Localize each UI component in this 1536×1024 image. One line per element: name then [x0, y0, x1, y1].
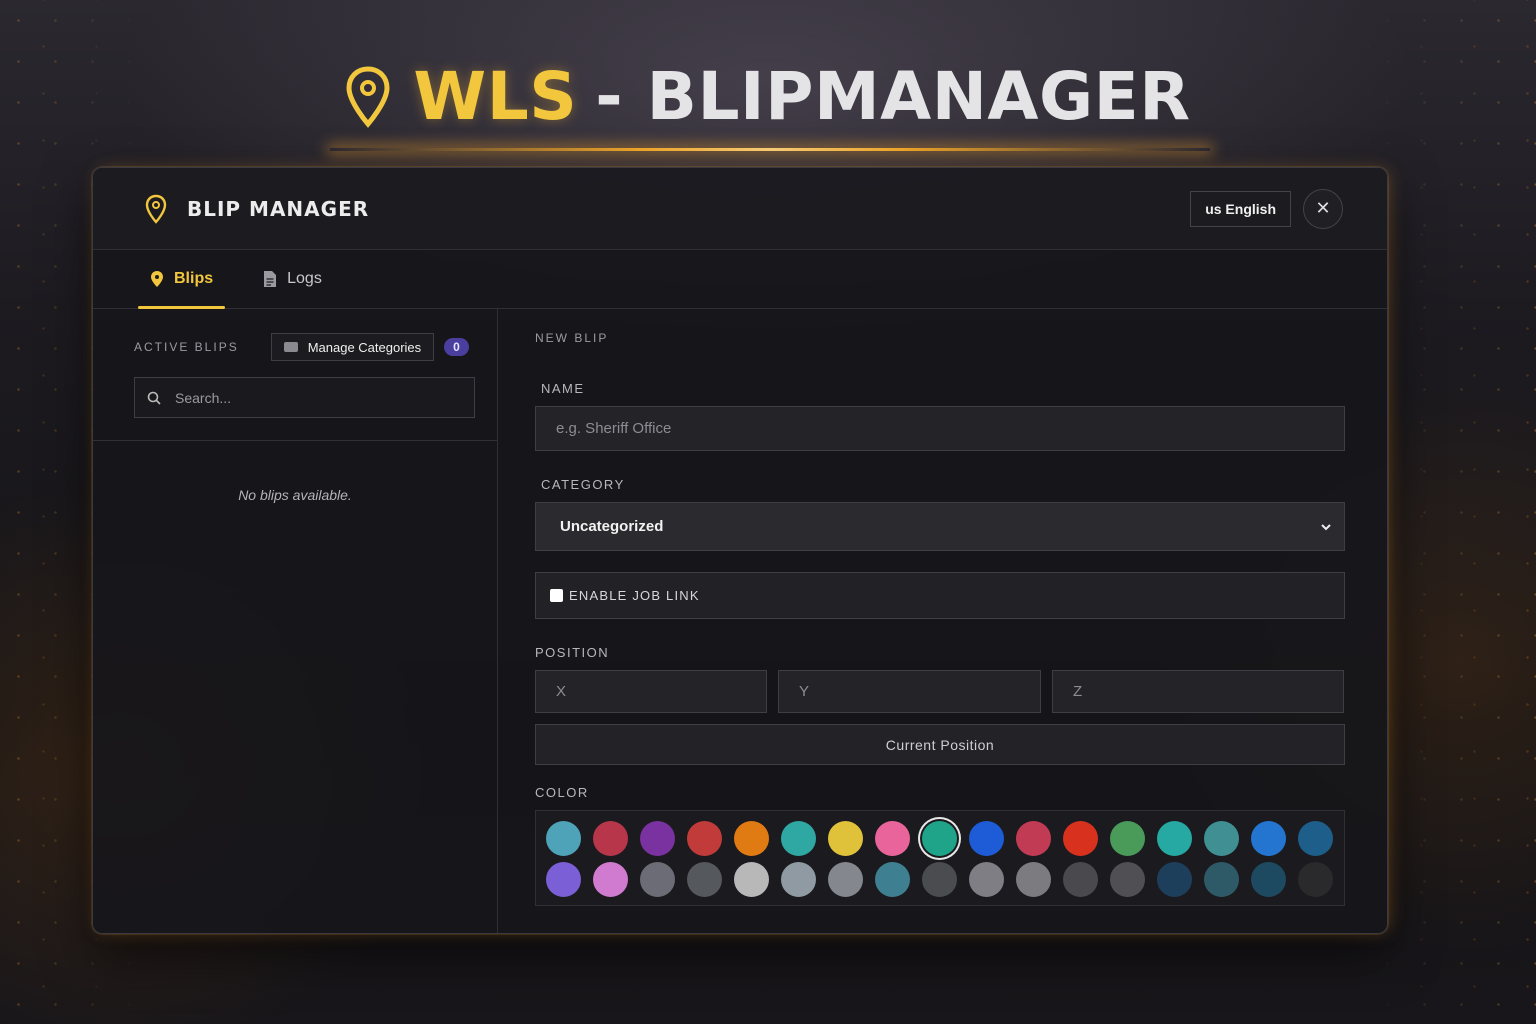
color-swatch[interactable]: [1110, 862, 1145, 897]
job-link-checkbox[interactable]: [550, 589, 563, 602]
color-swatch[interactable]: [875, 821, 910, 856]
job-link-toggle[interactable]: ENABLE JOB LINK: [535, 572, 1345, 619]
color-palette: [535, 810, 1345, 906]
color-swatch[interactable]: [1063, 821, 1098, 856]
window-title: BLIP MANAGER: [187, 196, 370, 221]
color-swatch[interactable]: [1204, 821, 1239, 856]
color-swatch[interactable]: [1298, 821, 1333, 856]
window-header: BLIP MANAGER us English ✕: [93, 168, 1387, 250]
blip-count-badge: 0: [444, 338, 469, 356]
color-swatch[interactable]: [781, 862, 816, 897]
headline-brand: WLS: [413, 58, 578, 135]
color-swatch[interactable]: [734, 862, 769, 897]
color-swatch[interactable]: [1110, 821, 1145, 856]
color-swatch[interactable]: [969, 862, 1004, 897]
manage-categories-label: Manage Categories: [307, 339, 422, 355]
tab-bar: Blips Logs: [93, 250, 1387, 309]
category-value: Uncategorized: [560, 518, 664, 535]
current-position-button[interactable]: Current Position: [535, 724, 1345, 765]
search-input[interactable]: [175, 389, 455, 406]
category-select[interactable]: Uncategorized: [535, 502, 1345, 551]
language-button[interactable]: us English: [1190, 190, 1291, 227]
active-blips-panel: ACTIVE BLIPS Manage Categories 0 No blip…: [93, 309, 498, 933]
color-swatch[interactable]: [1016, 862, 1051, 897]
tab-logs[interactable]: Logs: [251, 250, 334, 308]
map-pin-icon: [151, 271, 163, 287]
color-swatch[interactable]: [828, 821, 863, 856]
position-inputs: [535, 670, 1345, 713]
position-x-input[interactable]: [535, 670, 767, 713]
job-link-label: ENABLE JOB LINK: [569, 588, 700, 603]
color-swatch[interactable]: [875, 862, 910, 897]
color-swatch[interactable]: [687, 821, 722, 856]
tab-logs-label: Logs: [287, 270, 322, 287]
name-input[interactable]: [535, 406, 1345, 451]
category-label: CATEGORY: [541, 477, 625, 492]
color-swatch[interactable]: [1251, 821, 1286, 856]
color-swatch[interactable]: [828, 862, 863, 897]
headline-product: - BLIPMANAGER: [595, 58, 1191, 135]
color-swatch[interactable]: [546, 821, 581, 856]
document-icon: [264, 271, 277, 287]
tab-blips-label: Blips: [174, 270, 214, 287]
position-label: POSITION: [535, 645, 610, 660]
color-label: COLOR: [535, 785, 589, 800]
close-icon: ✕: [1315, 198, 1331, 218]
active-blips-label: ACTIVE BLIPS: [134, 340, 239, 354]
page-headline: WLS - BLIPMANAGER: [0, 58, 1536, 135]
blip-manager-window: BLIP MANAGER us English ✕ Blips Logs ACT…: [92, 167, 1388, 934]
color-swatch[interactable]: [1251, 862, 1286, 897]
color-swatch[interactable]: [1063, 862, 1098, 897]
color-swatch[interactable]: [1016, 821, 1051, 856]
color-swatch[interactable]: [640, 862, 675, 897]
search-box: [134, 377, 475, 418]
map-pin-icon: [145, 194, 167, 224]
new-blip-label: NEW BLIP: [535, 331, 609, 345]
color-swatch[interactable]: [922, 821, 957, 856]
folder-icon: [283, 342, 298, 352]
color-swatch[interactable]: [546, 862, 581, 897]
search-icon: [147, 391, 161, 405]
color-swatch[interactable]: [1204, 862, 1239, 897]
tab-blips[interactable]: Blips: [138, 250, 226, 309]
manage-categories-button[interactable]: Manage Categories: [270, 333, 435, 361]
close-button[interactable]: ✕: [1303, 188, 1343, 229]
color-swatch[interactable]: [969, 821, 1004, 856]
position-y-input[interactable]: [778, 670, 1041, 713]
color-swatch[interactable]: [781, 821, 816, 856]
color-swatch[interactable]: [734, 821, 769, 856]
map-pin-icon: [346, 65, 390, 128]
name-label: NAME: [541, 381, 585, 396]
color-swatch[interactable]: [593, 821, 628, 856]
color-swatch[interactable]: [640, 821, 675, 856]
color-swatch[interactable]: [1157, 862, 1192, 897]
color-swatch[interactable]: [593, 862, 628, 897]
headline-glow-divider: [330, 148, 1210, 151]
color-swatch[interactable]: [1157, 821, 1192, 856]
color-swatch[interactable]: [1298, 862, 1333, 897]
empty-blips-message: No blips available.: [238, 487, 352, 503]
color-swatch[interactable]: [922, 862, 957, 897]
new-blip-form: NEW BLIP NAME CATEGORY Uncategorized ENA…: [498, 309, 1387, 933]
chevron-down-icon: [1321, 523, 1331, 530]
color-swatch[interactable]: [687, 862, 722, 897]
position-z-input[interactable]: [1052, 670, 1344, 713]
